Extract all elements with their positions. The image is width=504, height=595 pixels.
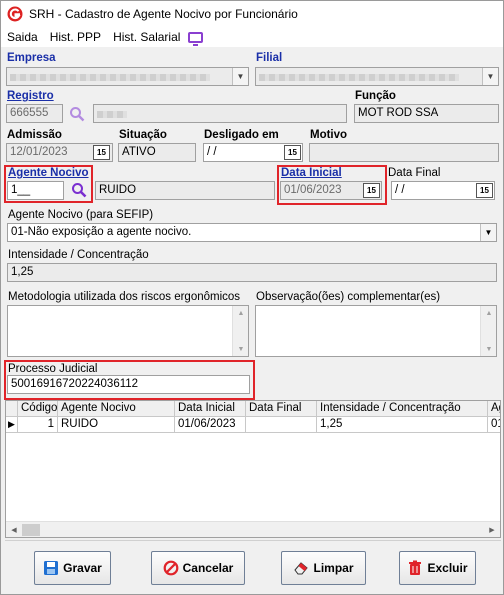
table-row[interactable]: ▶ 1 RUIDO 01/06/2023 1,25 01 (6, 417, 500, 433)
monitor-icon[interactable] (188, 31, 204, 46)
data-final-value: / / (395, 184, 405, 196)
observacao-textarea[interactable]: ▲ ▼ (255, 305, 497, 357)
gravar-button[interactable]: Gravar (34, 551, 111, 585)
admissao-value: 12/01/2023 (10, 146, 68, 158)
cancelar-label: Cancelar (182, 561, 234, 575)
registro-label: Registro (7, 90, 54, 102)
metodologia-scrollbar[interactable]: ▲ ▼ (232, 306, 248, 356)
registro-input[interactable]: 666555 (6, 104, 63, 123)
intensidade-label: Intensidade / Concentração (8, 249, 149, 261)
funcionario-blurred-value (97, 111, 127, 118)
menu-saida[interactable]: Saida (1, 30, 44, 44)
row-indicator-icon: ▶ (6, 417, 18, 433)
menu-hist-salarial[interactable]: Hist. Salarial (107, 30, 186, 44)
save-icon (44, 561, 59, 575)
motivo-field (309, 143, 499, 162)
eraser-icon (294, 562, 309, 575)
calendar-icon[interactable]: 15 (476, 183, 493, 198)
funcionario-name-field (93, 104, 347, 123)
trash-icon (409, 560, 422, 575)
data-inicial-label: Data Inicial (281, 167, 342, 179)
calendar-icon[interactable]: 15 (363, 183, 380, 198)
excluir-button[interactable]: Excluir (399, 551, 476, 585)
calendar-icon[interactable]: 15 (93, 145, 110, 160)
situacao-field: ATIVO (118, 143, 196, 162)
scroll-up-icon[interactable]: ▲ (233, 306, 249, 320)
grid-col-intensidade[interactable]: Intensidade / Concentração (317, 401, 488, 417)
desligado-value: / / (207, 146, 217, 158)
agente-nocivo-name-field: RUIDO (95, 181, 275, 200)
cell-data-final[interactable] (246, 417, 317, 433)
scroll-down-icon[interactable]: ▼ (233, 342, 249, 356)
agente-sefip-select[interactable]: 01-Não exposição a agente nocivo. ▼ (7, 223, 497, 242)
observacao-label: Observação(ões) complementar(es) (256, 291, 441, 303)
situacao-label: Situação (119, 129, 167, 141)
data-inicial-value: 01/06/2023 (284, 184, 342, 196)
grid-col-data-final[interactable]: Data Final (246, 401, 317, 417)
menu-bar: Saida Hist. PPP Hist. Salarial (1, 27, 503, 47)
empresa-blurred-value (10, 74, 210, 81)
processo-label: Processo Judicial (8, 363, 98, 375)
grid-horizontal-scrollbar[interactable]: ◀ ▶ (6, 521, 500, 537)
agente-sefip-value: 01-Não exposição a agente nocivo. (11, 226, 192, 238)
search-icon[interactable] (71, 182, 87, 198)
scroll-left-icon[interactable]: ◀ (6, 522, 22, 537)
limpar-button[interactable]: Limpar (281, 551, 366, 585)
grid-col-agente[interactable]: Agente Nocivo (58, 401, 175, 417)
admissao-label: Admissão (7, 129, 62, 141)
agente-sefip-label: Agente Nocivo (para SEFIP) (8, 209, 154, 221)
grid-indicator-header (6, 401, 18, 417)
filial-select[interactable]: ▼ (255, 67, 499, 86)
grid-col-data-inicial[interactable]: Data Inicial (175, 401, 246, 417)
agente-nocivo-label: Agente Nocivo (8, 167, 89, 179)
grid-col-ag[interactable]: Ag (488, 401, 500, 417)
grid-col-codigo[interactable]: Código (18, 401, 58, 417)
calendar-icon[interactable]: 15 (284, 145, 301, 160)
cell-codigo[interactable]: 1 (18, 417, 58, 433)
app-logo-icon (7, 6, 23, 22)
grid-header: Código Agente Nocivo Data Inicial Data F… (6, 401, 500, 417)
agentes-grid[interactable]: Código Agente Nocivo Data Inicial Data F… (5, 400, 501, 538)
cell-intensidade[interactable]: 1,25 (317, 417, 488, 433)
filial-label: Filial (256, 52, 283, 64)
filial-blurred-value (259, 74, 459, 81)
processo-input[interactable]: 50016916720224036112 (7, 375, 250, 394)
desligado-label: Desligado em (204, 129, 279, 141)
scroll-thumb[interactable] (22, 524, 40, 536)
metodologia-textarea[interactable]: ▲ ▼ (7, 305, 249, 357)
cell-ag[interactable]: 01 (488, 417, 500, 433)
funcao-field: MOT ROD SSA (354, 104, 499, 123)
intensidade-field: 1,25 (7, 263, 497, 282)
excluir-label: Excluir (427, 561, 468, 575)
scroll-right-icon[interactable]: ▶ (484, 522, 500, 537)
chevron-down-icon[interactable]: ▼ (232, 68, 248, 85)
empresa-select[interactable]: ▼ (6, 67, 249, 86)
chevron-down-icon[interactable]: ▼ (482, 68, 498, 85)
button-panel: Gravar Cancelar Limpar Excluir (5, 540, 501, 592)
cancel-icon (163, 560, 179, 576)
window-title: SRH - Cadastro de Agente Nocivo por Func… (29, 7, 298, 21)
gravar-label: Gravar (63, 561, 102, 575)
search-icon[interactable] (69, 106, 85, 122)
title-bar: SRH - Cadastro de Agente Nocivo por Func… (1, 1, 503, 27)
cancelar-button[interactable]: Cancelar (151, 551, 245, 585)
chevron-down-icon[interactable]: ▼ (480, 224, 496, 241)
observacao-scrollbar[interactable]: ▲ ▼ (480, 306, 496, 356)
motivo-label: Motivo (310, 129, 348, 141)
cell-agente[interactable]: RUIDO (58, 417, 175, 433)
empresa-label: Empresa (7, 52, 56, 64)
funcao-label: Função (355, 90, 396, 102)
scroll-up-icon[interactable]: ▲ (481, 306, 497, 320)
menu-hist-ppp[interactable]: Hist. PPP (44, 30, 107, 44)
app-window: SRH - Cadastro de Agente Nocivo por Func… (0, 0, 504, 595)
metodologia-label: Metodologia utilizada dos riscos ergonôm… (8, 291, 241, 303)
scroll-down-icon[interactable]: ▼ (481, 342, 497, 356)
cell-data-inicial[interactable]: 01/06/2023 (175, 417, 246, 433)
data-final-label: Data Final (388, 167, 441, 179)
limpar-label: Limpar (313, 561, 354, 575)
agente-nocivo-code-input[interactable]: 1__ (7, 181, 64, 200)
